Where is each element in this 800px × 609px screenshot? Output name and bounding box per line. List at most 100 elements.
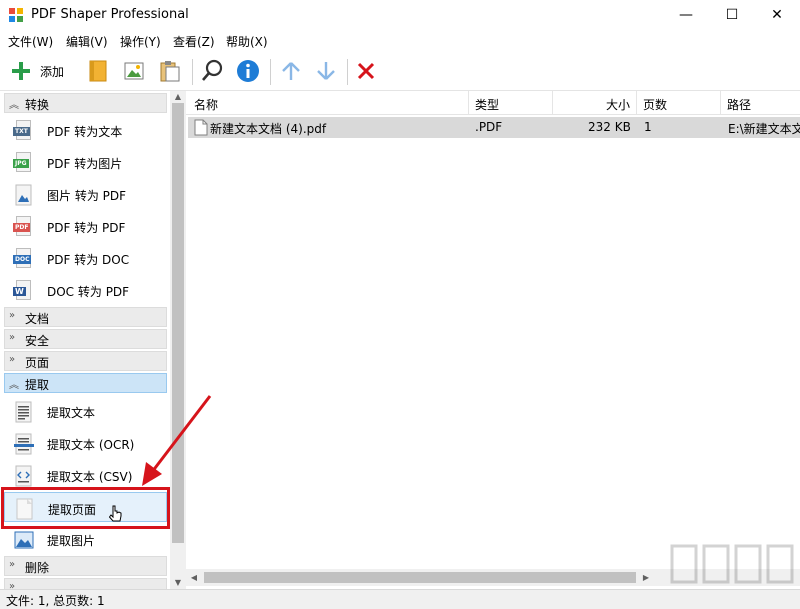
scroll-up-arrow-icon[interactable]: ▲ (170, 91, 186, 103)
group-header-partial[interactable]: » (4, 578, 167, 589)
group-header-pages[interactable]: » 页面 (4, 351, 167, 371)
task-label: 提取文本 (47, 406, 96, 420)
doc-file-icon: DOC (13, 248, 35, 270)
toolbar: 添加 (0, 51, 800, 91)
group-header-delete[interactable]: » 删除 (4, 556, 167, 576)
chevron-collapse-icon: ︽ (9, 380, 19, 391)
clipboard-button[interactable] (159, 57, 183, 85)
move-up-button[interactable] (280, 57, 304, 85)
chevron-expand-icon: » (9, 354, 16, 365)
column-header-name[interactable]: 名称 (186, 91, 469, 115)
txt-file-icon: TXT (13, 120, 35, 142)
delete-x-icon (357, 62, 375, 80)
file-path: E:\新建文本文 (728, 122, 800, 136)
arrow-down-icon (317, 62, 335, 80)
pdf-document-icon (194, 119, 208, 136)
column-header-pages[interactable]: 页数 (637, 91, 721, 115)
app-logo-icon (9, 8, 23, 22)
menu-view[interactable]: 查看(Z) (173, 33, 215, 50)
chevron-expand-icon: » (9, 581, 16, 589)
open-folder-button[interactable] (87, 57, 111, 85)
move-down-button[interactable] (315, 57, 339, 85)
file-type: .PDF (475, 120, 503, 134)
menu-edit[interactable]: 编辑(V) (66, 33, 108, 50)
task-pdf-to-pdf[interactable]: PDF PDF 转为 PDF (4, 211, 167, 241)
task-pdf-to-doc[interactable]: DOC PDF 转为 DOC (4, 243, 167, 273)
task-label: 图片 转为 PDF (47, 189, 127, 203)
search-button[interactable] (200, 57, 224, 85)
info-button[interactable] (236, 57, 260, 85)
task-doc-to-pdf[interactable]: W DOC 转为 PDF (4, 275, 167, 305)
menu-help[interactable]: 帮助(X) (226, 33, 268, 50)
remove-button[interactable] (356, 57, 380, 85)
column-header-size[interactable]: 大小 (553, 91, 637, 115)
close-button[interactable]: ✕ (754, 0, 800, 30)
text-document-icon (15, 401, 32, 423)
table-row[interactable]: 新建文本文档 (4).pdf .PDF 232 KB 1 E:\新建文本文 (188, 117, 800, 138)
column-header-path[interactable]: 路径 (721, 91, 800, 115)
file-pages: 1 (644, 120, 652, 134)
info-icon (237, 60, 259, 82)
toolbar-separator (270, 59, 271, 85)
jpg-file-icon: JPG (13, 152, 35, 174)
task-pdf-to-image[interactable]: JPG PDF 转为图片 (4, 147, 167, 177)
group-label: 页面 (25, 356, 50, 370)
title-bar: PDF Shaper Professional — ☐ ✕ (0, 0, 800, 30)
watermark-logo-icon (670, 544, 794, 584)
task-label: 提取文本 (CSV) (47, 470, 133, 484)
folder-icon (89, 60, 107, 82)
task-label: 提取图片 (47, 534, 96, 548)
task-label: PDF 转为 PDF (47, 221, 126, 235)
task-label: 提取文本 (OCR) (47, 438, 135, 452)
toolbar-separator (192, 59, 193, 85)
minimize-button[interactable]: — (663, 0, 709, 30)
scroll-left-arrow-icon[interactable]: ◀ (186, 569, 202, 586)
picture-file-icon (15, 184, 32, 206)
task-image-to-pdf[interactable]: 图片 转为 PDF (4, 179, 167, 209)
image-icon (124, 62, 144, 80)
arrow-up-icon (282, 62, 300, 80)
scroll-down-arrow-icon[interactable]: ▼ (170, 577, 186, 589)
group-header-document[interactable]: » 文档 (4, 307, 167, 327)
task-label: PDF 转为图片 (47, 157, 123, 171)
file-list: 名称 类型 大小 页数 路径 新建文本文档 (4).pdf .PDF 232 K… (186, 91, 800, 589)
chevron-collapse-icon: ︽ (9, 100, 19, 111)
task-pdf-to-text[interactable]: TXT PDF 转为文本 (4, 115, 167, 145)
image-button[interactable] (123, 57, 147, 85)
status-text: 文件: 1, 总页数: 1 (6, 594, 105, 608)
image-file-icon (14, 531, 34, 549)
group-label: 提取 (25, 378, 50, 392)
task-label: DOC 转为 PDF (47, 285, 130, 299)
status-bar: 文件: 1, 总页数: 1 (0, 589, 800, 609)
annotation-arrow-icon (142, 395, 212, 486)
maximize-button[interactable]: ☐ (709, 0, 755, 30)
group-label: 安全 (25, 334, 50, 348)
group-header-security[interactable]: » 安全 (4, 329, 167, 349)
task-label: PDF 转为文本 (47, 125, 123, 139)
code-document-icon (15, 465, 32, 487)
clipboard-icon (160, 61, 180, 82)
chevron-expand-icon: » (9, 310, 16, 321)
toolbar-separator (347, 59, 348, 85)
group-label: 删除 (25, 561, 50, 575)
plus-icon (12, 62, 30, 80)
add-button-label: 添加 (40, 64, 65, 79)
file-size: 232 KB (588, 120, 631, 134)
search-icon (202, 59, 223, 81)
add-button[interactable]: 添加 (10, 57, 72, 85)
chevron-expand-icon: » (9, 559, 16, 570)
group-label: 文档 (25, 312, 50, 326)
group-label: 转换 (25, 98, 50, 112)
menu-file[interactable]: 文件(W) (8, 33, 53, 50)
word-file-icon: W (13, 280, 35, 302)
chevron-expand-icon: » (9, 332, 16, 343)
sidebar-scrollbar[interactable]: ▲ ▼ (170, 91, 186, 589)
menu-bar: 文件(W) 编辑(V) 操作(Y) 查看(Z) 帮助(X) (0, 30, 800, 51)
scrollbar-thumb[interactable] (204, 572, 636, 583)
menu-action[interactable]: 操作(Y) (120, 33, 161, 50)
column-header-type[interactable]: 类型 (469, 91, 553, 115)
scroll-right-arrow-icon[interactable]: ▶ (638, 569, 654, 586)
group-header-convert[interactable]: ︽ 转换 (4, 93, 167, 113)
window-title: PDF Shaper Professional (31, 7, 189, 22)
pdf-file-icon: PDF (13, 216, 35, 238)
